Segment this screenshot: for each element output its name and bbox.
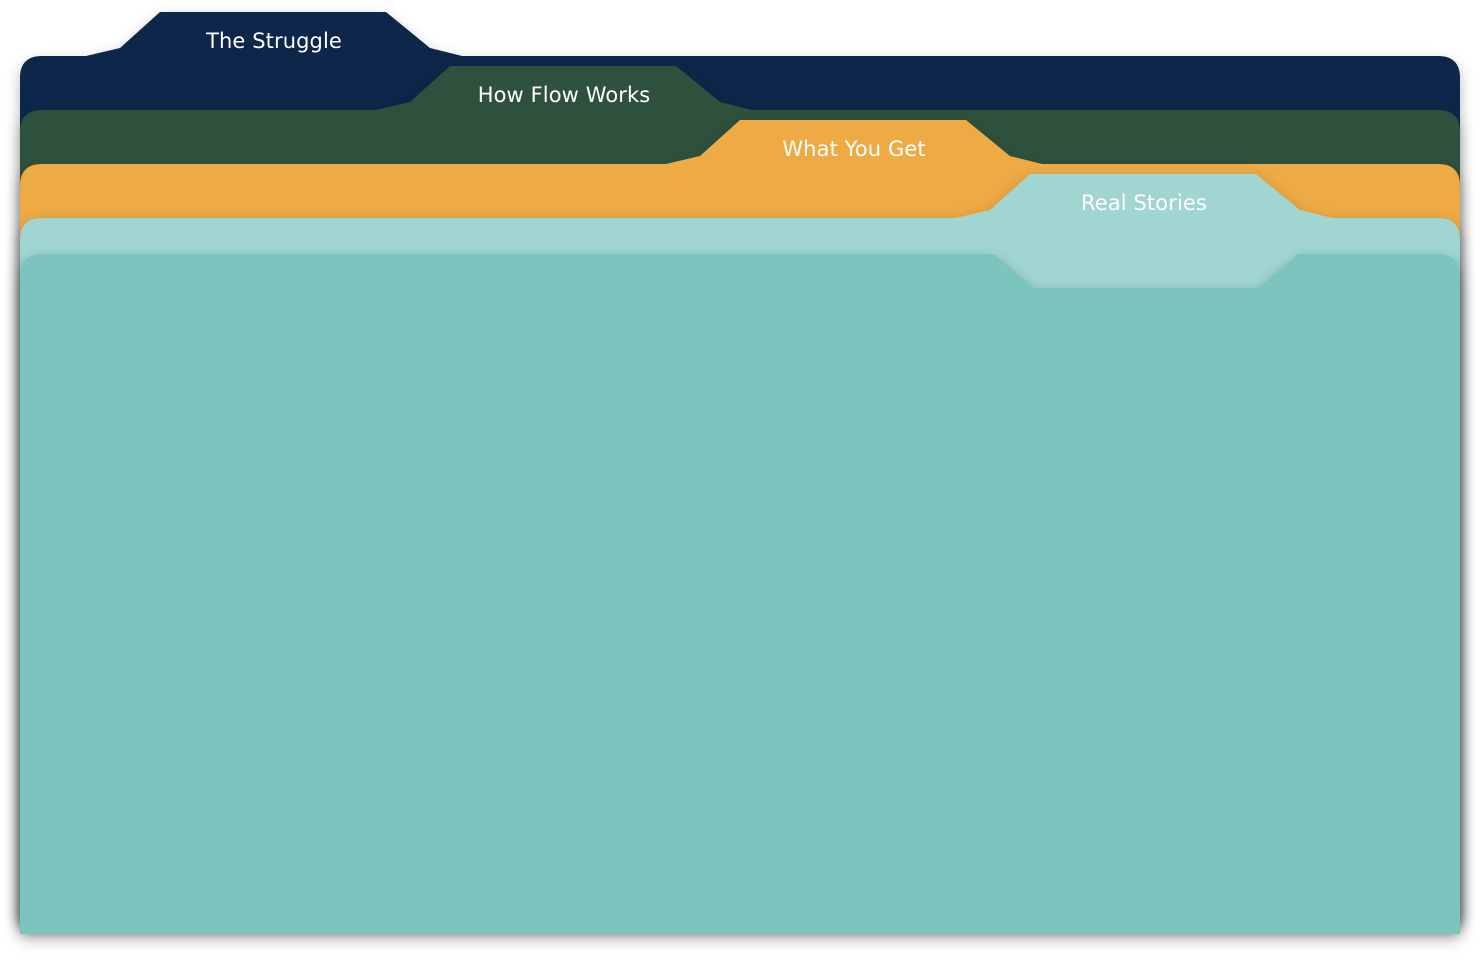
tab-real-stories[interactable]: Real Stories [1081, 190, 1207, 216]
content-panel [20, 254, 1460, 934]
folder-graphics [20, 12, 1460, 934]
tab-how-flow-works[interactable]: How Flow Works [478, 82, 651, 108]
folder-tab-stack: The Struggle How Flow Works What You Get… [0, 0, 1480, 962]
tab-the-struggle[interactable]: The Struggle [206, 28, 342, 54]
tab-what-you-get[interactable]: What You Get [782, 136, 925, 162]
